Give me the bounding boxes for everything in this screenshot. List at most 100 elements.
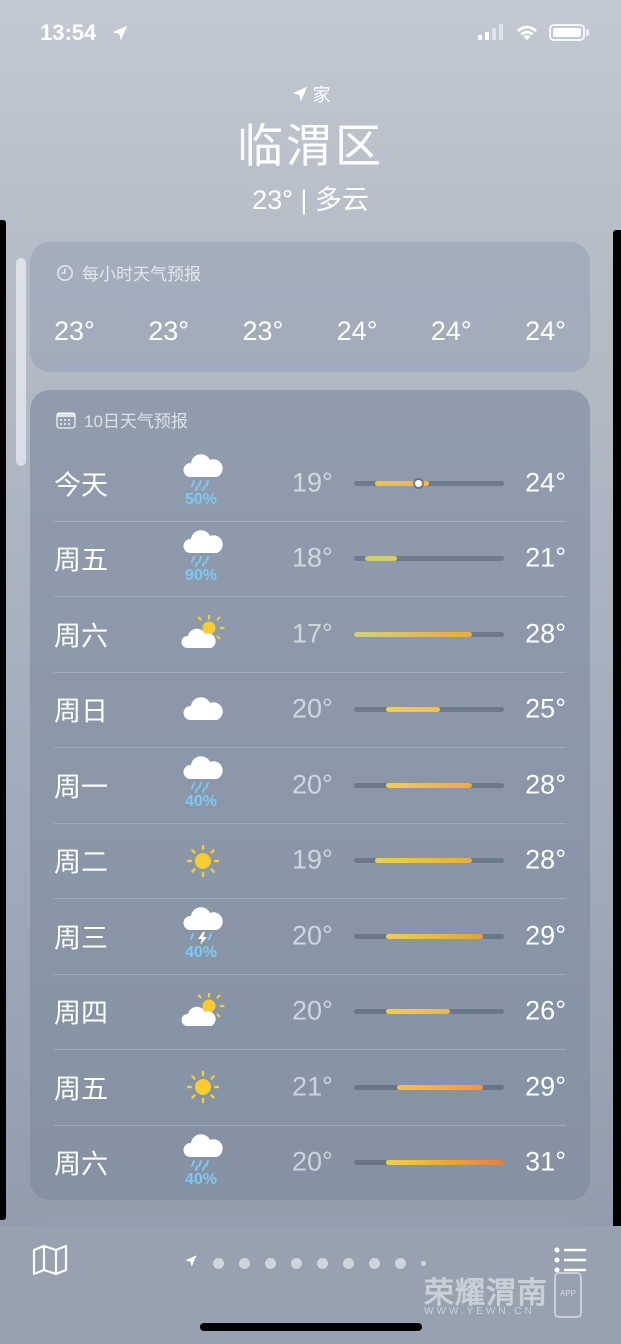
current-summary: 23° | 多云 [252,185,369,215]
forecast-row[interactable]: 周五 90% 18° 21° [30,520,590,597]
home-location-row: 家 [0,80,621,108]
status-time: 13:54 [40,20,97,45]
ten-day-forecast-card[interactable]: 10日天气预报 今天 50% 19° 24° 周五 90% 18° 21° 周六 17° 28° 周日… [30,390,590,1200]
scroll-indicator [16,258,26,466]
high-temp: 26° [525,995,566,1026]
forecast-row[interactable]: 周四 20° 26° [30,973,590,1050]
precip-chance: 40% [184,793,218,810]
low-temp: 17° [292,618,333,649]
precip-chance: 50% [184,491,218,508]
hourly-temp: 24° [525,316,566,346]
low-temp: 20° [292,995,333,1026]
hourly-temp: 24° [430,316,472,346]
forecast-row[interactable]: 周二 19° 28° [30,822,590,899]
sun-icon [180,1067,226,1107]
forecast-day: 周六 [54,1149,108,1180]
temp-range-fill [386,1160,504,1166]
location-arrow-icon [292,86,307,102]
low-temp: 20° [292,1146,333,1177]
temp-range-track [354,858,504,864]
precip-chance: 90% [184,566,218,584]
forecast-row[interactable]: 周五 21° 29° [30,1049,590,1125]
page-dot[interactable] [421,1261,426,1266]
battery-tip [586,29,589,36]
temp-range-track [354,479,504,487]
forecast-day: 周四 [54,998,108,1029]
temp-range-fill [386,1009,451,1015]
rain-cloud-icon [180,453,226,493]
rain-cloud-icon [180,529,226,569]
list-icon[interactable] [554,1246,588,1274]
sun-icon [180,841,226,881]
clock-icon [56,264,74,281]
page-dot[interactable] [291,1258,302,1269]
hourly-forecast-title: 每小时天气预报 [56,260,201,285]
low-temp: 20° [292,920,333,951]
hourly-temp: 23° [148,316,190,346]
ten-day-forecast-title: 10日天气预报 [56,407,188,432]
forecast-day: 周五 [54,545,108,576]
forecast-row[interactable]: 今天 50% 19° 24° [30,445,590,521]
temp-range-track [354,1084,504,1090]
precip-chance: 40% [184,944,218,961]
home-indicator[interactable] [200,1323,422,1331]
location-arrow-icon [112,25,128,41]
forecast-day: 今天 [54,470,108,501]
low-temp: 21° [292,1071,333,1102]
high-temp: 31° [525,1146,566,1177]
cellular-signal-icon [478,24,503,40]
home-label: 家 [312,85,331,105]
page-dot[interactable] [213,1258,224,1269]
watermark-url: WWW.YEWN.CN [424,1306,535,1317]
page-dot[interactable] [317,1258,328,1269]
current-location-page-icon[interactable] [184,1254,198,1273]
cloud-icon [180,690,226,730]
high-temp: 29° [525,920,566,951]
low-temp: 20° [292,769,333,800]
map-icon[interactable] [32,1244,68,1276]
forecast-row[interactable]: 周一 40% 20° 28° [30,747,590,823]
city-name: 临渭区 [237,120,384,172]
hourly-temp: 23° [242,316,284,346]
page-dot[interactable] [239,1258,250,1269]
hourly-title-text: 每小时天气预报 [82,265,201,284]
forecast-day: 周六 [54,621,108,652]
high-temp: 28° [525,769,566,800]
forecast-row[interactable]: 周日 20° 25° [30,671,590,748]
page-dot[interactable] [265,1258,276,1269]
low-temp: 19° [292,467,333,498]
bottom-toolbar: 荣耀渭南 WWW.YEWN.CN APP [0,1226,621,1344]
forecast-row[interactable]: 周三 40% 20° 29° [30,898,590,974]
temp-range-fill [386,707,440,713]
page-dot[interactable] [369,1258,380,1269]
temp-range-track [354,1160,504,1166]
forecast-day: 周三 [54,923,108,954]
wifi-icon [517,25,537,40]
temp-range-track [354,631,504,637]
temp-range-track [354,556,504,562]
battery-icon [549,24,585,41]
page-dot[interactable] [395,1258,406,1269]
page-indicator[interactable] [184,1254,426,1273]
temp-range-track [354,1009,504,1015]
partly-sunny-icon [180,992,226,1032]
high-temp: 28° [525,618,566,649]
thunderstorm-icon [180,906,226,946]
temp-range-fill [386,933,483,939]
hourly-temps: 23° 23° 23° 24° 24° 24° [54,316,566,347]
temp-range-fill [364,556,397,562]
forecast-day: 周二 [54,847,108,878]
rain-cloud-icon [180,1133,226,1173]
temp-range-fill [396,1084,483,1090]
forecast-row[interactable]: 周六 17° 28° [30,596,590,672]
high-temp: 21° [525,542,566,573]
calendar-icon [56,411,76,429]
location-header: 家 临渭区 23° | 多云 [0,80,621,217]
current-temp-dot [414,479,422,487]
hourly-forecast-card[interactable]: 每小时天气预报 23° 23° 23° 24° 24° 24° [30,242,590,372]
forecast-row[interactable]: 周六 40% 20° 31° [30,1124,590,1201]
page-dot[interactable] [343,1258,354,1269]
temp-range-fill [375,858,472,864]
watermark-app-badge: APP [554,1272,582,1318]
forecast-day: 周日 [54,696,108,727]
